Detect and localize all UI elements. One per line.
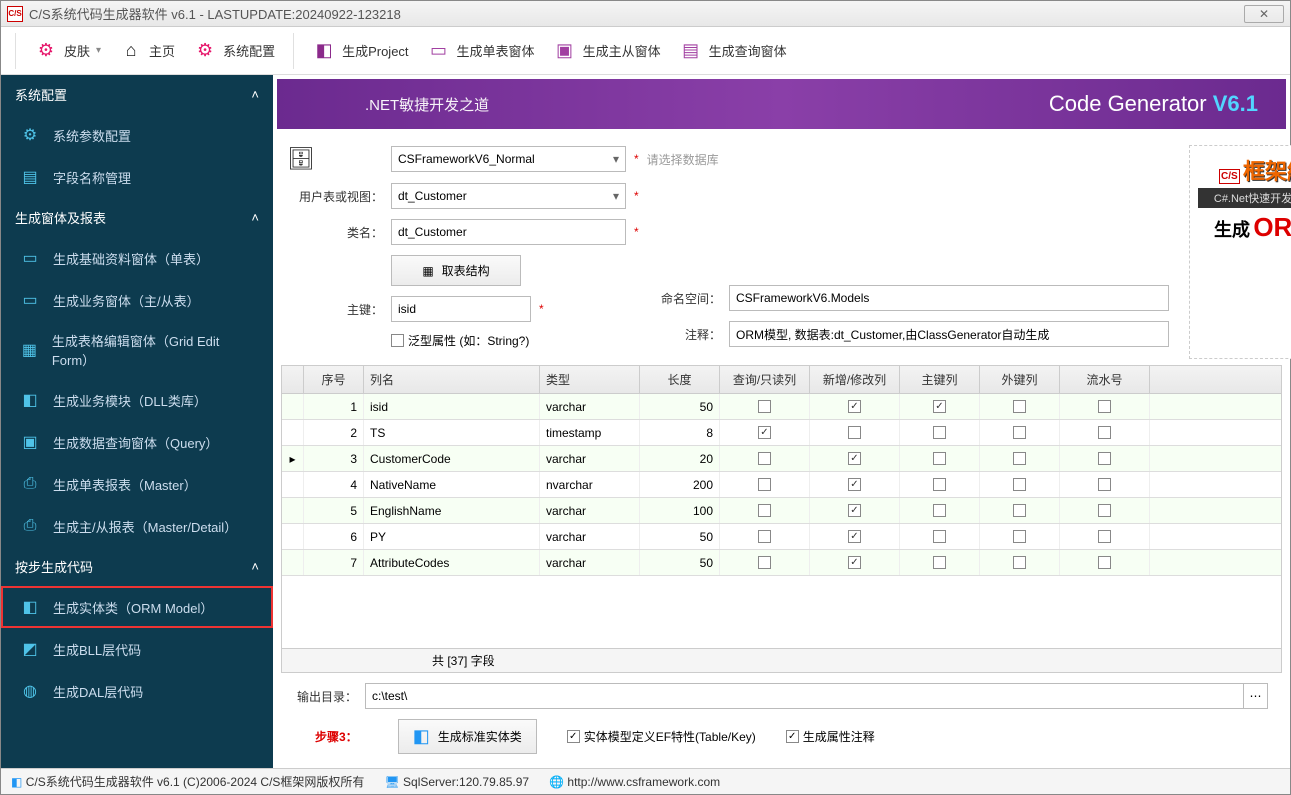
required-icon: * <box>634 152 639 166</box>
window-title: C/S系统代码生成器软件 v6.1 - LASTUPDATE:20240922-… <box>29 4 1244 23</box>
pk-label: 主键： <box>287 301 391 318</box>
cube-icon: ◧ <box>19 389 41 411</box>
outdir-label: 输出目录： <box>295 688 365 705</box>
status-db: SqlServer:120.79.85.97 <box>403 775 529 789</box>
sidebar-section-forms[interactable]: 生成窗体及报表˄ <box>1 198 273 237</box>
status-url[interactable]: http://www.csframework.com <box>567 775 720 789</box>
cogs-icon: ⚙ <box>193 39 217 63</box>
sidebar-item-bll[interactable]: ◩生成BLL层代码 <box>1 628 273 670</box>
table-row[interactable]: 5 EnglishName varchar 100 <box>282 498 1281 524</box>
db-icon: ◍ <box>19 680 41 702</box>
ef-checkbox[interactable]: ✓实体模型定义EF特性(Table/Key) <box>567 728 756 745</box>
comment-input[interactable]: ORM模型, 数据表:dt_Customer,由ClassGenerator自动… <box>729 321 1169 347</box>
table-row[interactable]: 2 TS timestamp 8 <box>282 420 1281 446</box>
pk-input[interactable]: isid <box>391 296 531 322</box>
window2-icon: ▣ <box>553 39 577 63</box>
table-row[interactable]: 4 NativeName nvarchar 200 <box>282 472 1281 498</box>
app-icon: C/S <box>7 6 23 22</box>
sidebar-item-query[interactable]: ▣生成数据查询窗体（Query） <box>1 421 273 463</box>
grid-body[interactable]: 1 isid varchar 50 2 TS timestamp 8 ▸ 3 C… <box>282 394 1281 648</box>
banner-subtitle: .NET敏捷开发之道 <box>365 94 489 115</box>
cube-icon: ◧ <box>413 726 430 747</box>
fields-grid: 序号 列名 类型 长度 查询/只读列 新增/修改列 主键列 外键列 流水号 1 … <box>281 365 1282 673</box>
banner-title: Code Generator V6.1 <box>1049 91 1258 117</box>
window-icon: ▭ <box>427 39 451 63</box>
sidebar-item-detail-rpt[interactable]: ⎙生成主/从报表（Master/Detail） <box>1 505 273 547</box>
sidebar-item-fields[interactable]: ▤字段名称管理 <box>1 156 273 198</box>
table-row[interactable]: 7 AttributeCodes varchar 50 <box>282 550 1281 576</box>
sidebar-item-gridedit[interactable]: ▦生成表格编辑窗体（Grid Edit Form） <box>1 321 273 379</box>
sidebar-item-basic[interactable]: ▭生成基础资料窗体（单表） <box>1 237 273 279</box>
sidebar-item-dal[interactable]: ◍生成DAL层代码 <box>1 670 273 712</box>
table-row[interactable]: 6 PY varchar 50 <box>282 524 1281 550</box>
skin-button[interactable]: ⚙皮肤 ▾ <box>34 39 101 63</box>
outdir-input[interactable]: c:\test\ <box>365 683 1244 709</box>
home-button[interactable]: ⌂主页 <box>119 39 175 63</box>
home-icon: ⌂ <box>119 39 143 63</box>
form2-icon: ▭ <box>19 289 41 311</box>
step3-label: 步骤3： <box>315 728 358 745</box>
sidebar-item-params[interactable]: ⚙系统参数配置 <box>1 114 273 156</box>
required-icon: * <box>539 302 544 316</box>
generate-button[interactable]: ◧生成标准实体类 <box>398 719 537 754</box>
sidebar-item-orm[interactable]: ◧生成实体类（ORM Model） <box>1 586 273 628</box>
browse-button[interactable]: ⋯ <box>1244 683 1268 709</box>
required-icon: * <box>634 225 639 239</box>
toolbar: ⚙皮肤 ▾ ⌂主页 ⚙系统配置 ◧生成Project ▭生成单表窗体 ▣生成主从… <box>1 27 1290 75</box>
code-icon: ◩ <box>19 638 41 660</box>
form-icon: ▭ <box>19 247 41 269</box>
sysconfig-button[interactable]: ⚙系统配置 <box>193 39 275 63</box>
gen-project-button[interactable]: ◧生成Project <box>312 39 408 63</box>
comment-label: 注释： <box>649 326 729 343</box>
print-icon: ⎙ <box>19 473 41 495</box>
ns-input[interactable]: CSFrameworkV6.Models <box>729 285 1169 311</box>
ns-label: 命名空间： <box>649 290 729 307</box>
sidebar-item-dll[interactable]: ◧生成业务模块（DLL类库） <box>1 379 273 421</box>
comment-checkbox[interactable]: ✓生成属性注释 <box>786 728 875 745</box>
table-row[interactable]: ▸ 3 CustomerCode varchar 20 <box>282 446 1281 472</box>
db-combo[interactable]: CSFrameworkV6_Normal <box>391 146 626 172</box>
database-icon: 🗄 <box>287 145 315 173</box>
promo-image: C/S 框架網 C#.Net快速开发平台 生成 ORM <box>1189 145 1291 359</box>
sidebar-item-biz[interactable]: ▭生成业务窗体（主/从表） <box>1 279 273 321</box>
statusbar: ◧ C/S系统代码生成器软件 v6.1 (C)2006-2024 C/S框架网版… <box>1 768 1290 794</box>
cube-icon: ◧ <box>312 39 336 63</box>
cube2-icon: ◧ <box>19 596 41 618</box>
generic-checkbox[interactable]: 泛型属性 (如：String?) <box>391 332 529 349</box>
sidebar-item-master-rpt[interactable]: ⎙生成单表报表（Master） <box>1 463 273 505</box>
search-window-icon: ▤ <box>679 39 703 63</box>
gear-icon: ⚙ <box>34 39 58 63</box>
table-label: 用户表或视图： <box>287 188 391 205</box>
gen-query-button[interactable]: ▤生成查询窗体 <box>679 39 787 63</box>
get-structure-button[interactable]: ▦取表结构 <box>391 255 521 286</box>
required-icon: * <box>634 189 639 203</box>
gear-icon: ⚙ <box>19 124 41 146</box>
close-button[interactable]: ✕ <box>1244 5 1284 23</box>
banner: .NET敏捷开发之道 Code Generator V6.1 <box>277 79 1286 129</box>
gen-master-button[interactable]: ▣生成主从窗体 <box>553 39 661 63</box>
list-icon: ▤ <box>19 166 41 188</box>
globe-icon: 🌐 <box>549 775 564 789</box>
db-hint: 请选择数据库 <box>647 151 719 168</box>
grid-icon: ▦ <box>422 264 433 278</box>
sidebar-section-step[interactable]: 按步生成代码˄ <box>1 547 273 586</box>
sidebar-section-sysconfig[interactable]: 系统配置˄ <box>1 75 273 114</box>
grid-footer: 共 [37] 字段 <box>282 648 1281 672</box>
cube-icon: ◧ <box>11 775 22 789</box>
sidebar: 系统配置˄ ⚙系统参数配置 ▤字段名称管理 生成窗体及报表˄ ▭生成基础资料窗体… <box>1 75 273 768</box>
table-combo[interactable]: dt_Customer <box>391 183 626 209</box>
gen-single-button[interactable]: ▭生成单表窗体 <box>427 39 535 63</box>
titlebar: C/S C/S系统代码生成器软件 v6.1 - LASTUPDATE:20240… <box>1 1 1290 27</box>
table-row[interactable]: 1 isid varchar 50 <box>282 394 1281 420</box>
server-icon: 🖥 <box>384 775 399 789</box>
class-input[interactable]: dt_Customer <box>391 219 626 245</box>
grid-icon: ▦ <box>19 339 40 361</box>
status-app: C/S系统代码生成器软件 v6.1 (C)2006-2024 C/S框架网版权所… <box>26 775 365 789</box>
search-icon: ▣ <box>19 431 41 453</box>
grid-header: 序号 列名 类型 长度 查询/只读列 新增/修改列 主键列 外键列 流水号 <box>282 366 1281 394</box>
class-label: 类名： <box>287 224 391 241</box>
print2-icon: ⎙ <box>19 515 41 537</box>
